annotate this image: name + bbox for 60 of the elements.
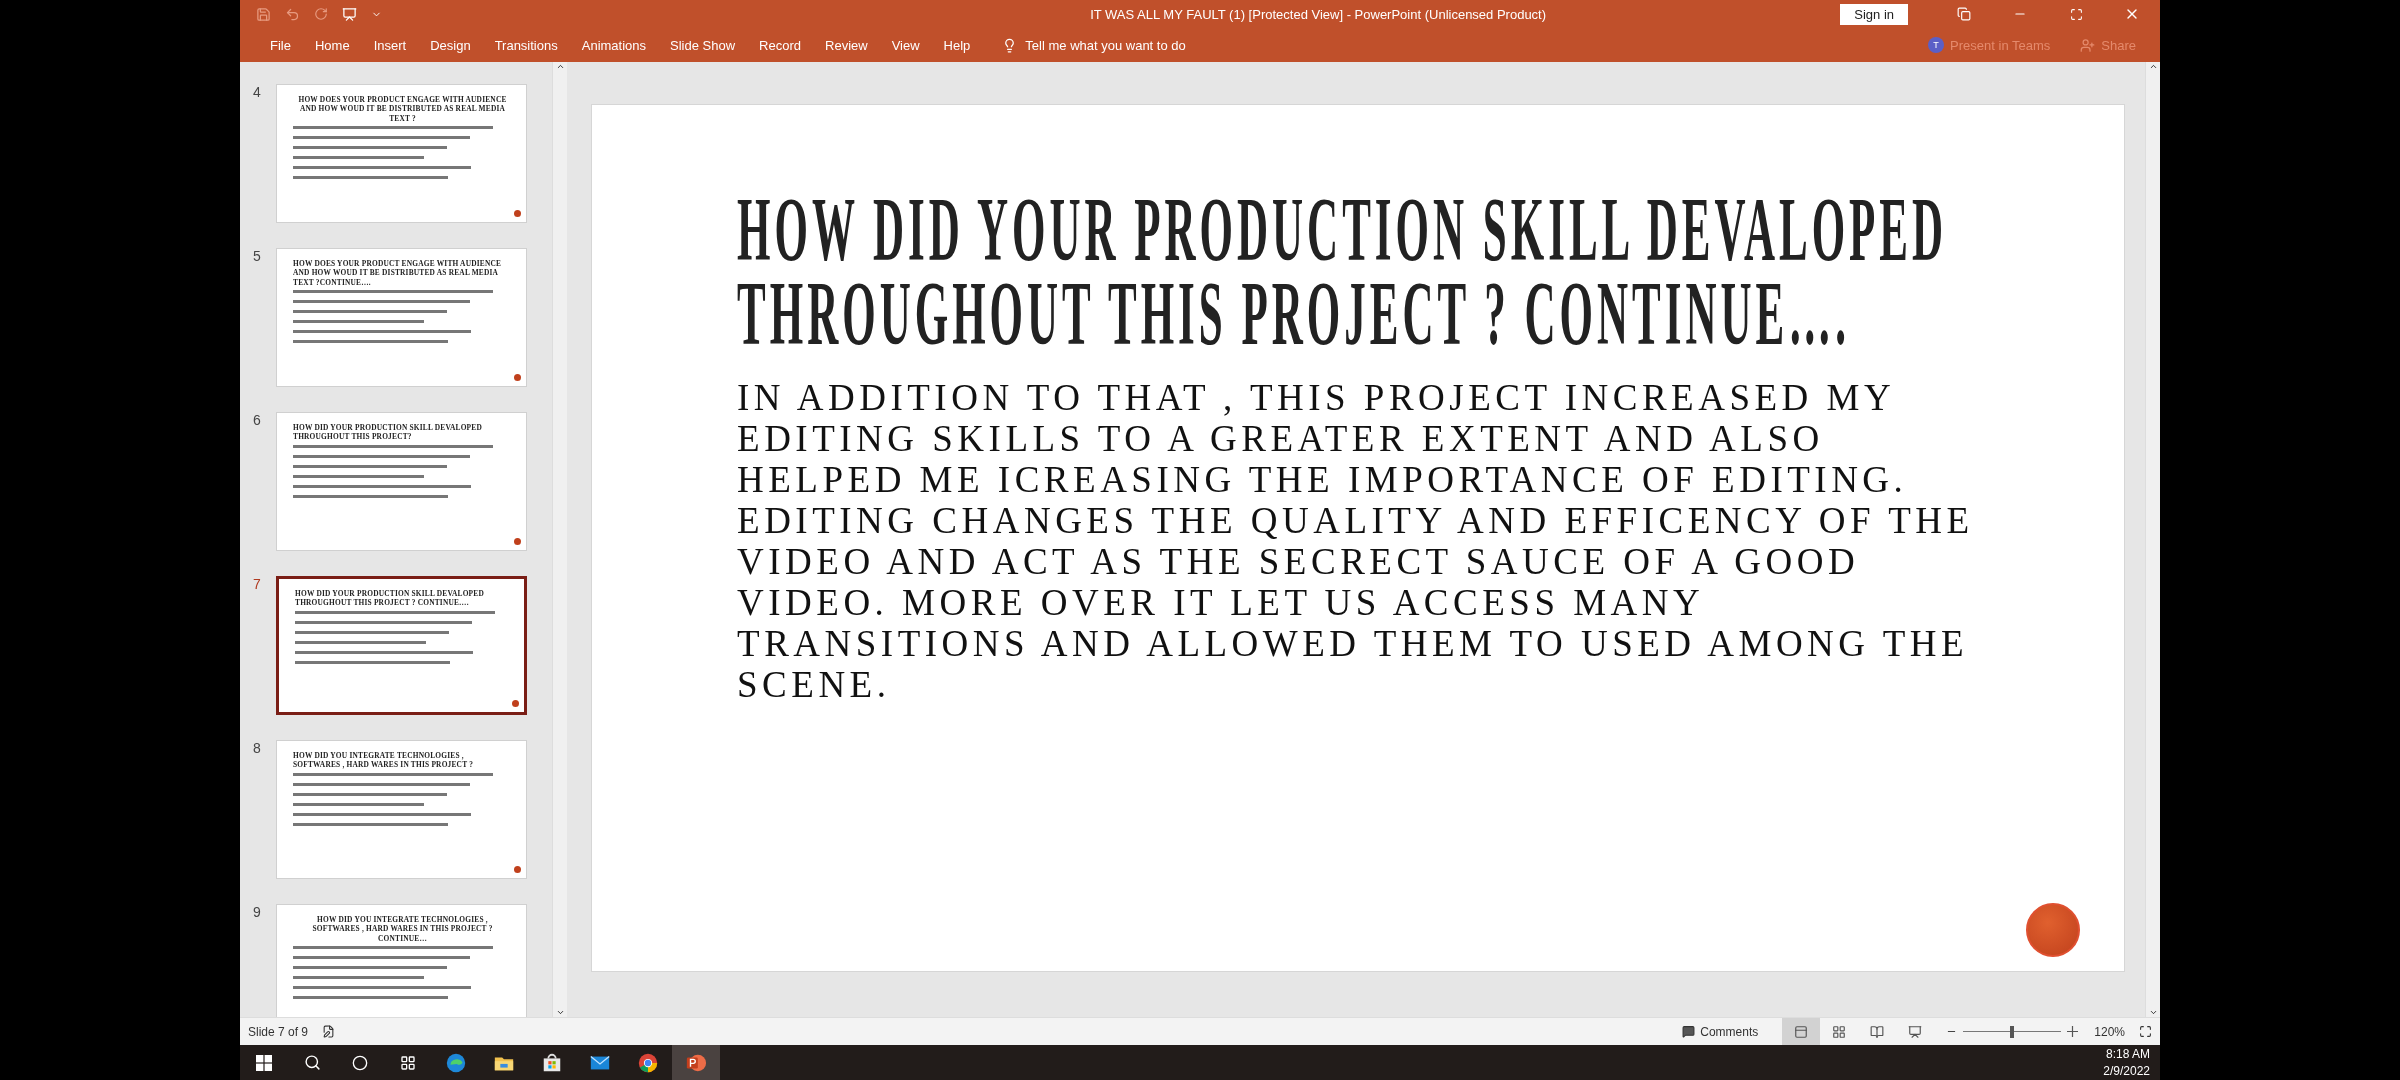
- presentation-icon[interactable]: [342, 6, 357, 22]
- scroll-down-icon[interactable]: [555, 1008, 565, 1017]
- slide-counter: Slide 7 of 9: [248, 1024, 309, 1039]
- book-icon: [1870, 1024, 1885, 1039]
- ribbon-tab[interactable]: Insert: [361, 30, 419, 60]
- clock-time[interactable]: 8:18 AM: [2105, 1045, 2150, 1063]
- notes-icon[interactable]: [322, 1025, 336, 1038]
- ribbon-tab[interactable]: Home: [302, 30, 362, 60]
- edge-icon: [445, 1051, 467, 1074]
- grid-icon: [1832, 1024, 1847, 1039]
- chrome-icon: [637, 1051, 659, 1074]
- ribbon-tab[interactable]: Review: [813, 30, 880, 60]
- scrollbar[interactable]: [552, 62, 568, 1017]
- sign-in-button[interactable]: Sign in: [1840, 3, 1908, 25]
- ribbon-tab[interactable]: Record: [747, 30, 813, 60]
- clock-date[interactable]: 2/9/2022: [2103, 1062, 2150, 1080]
- dot-icon: [512, 700, 520, 708]
- slide-number: 5: [252, 248, 262, 266]
- dot-icon: [514, 866, 522, 874]
- slide-body-text: IN ADDITION TO THAT , THIS PROJECT INCREASED MY EDITING SKILLS TO A GREATER EXTENT AND ALSO HELPED ME ICREASING THE IMPORTANCE OF EDITING. EDITING CHANGES THE QUALITY AND EFFICENCY OF THE VIDEO AND ACT AS THE SECRECT SAUCE OF A GOOD VIDEO. MORE OVER IT LET US ACCESS MANY TRANSITIONS AND ALLOWED THEM TO USED AMONG THE SCENE.: [737, 377, 1975, 705]
- ribbon-tab[interactable]: Help: [931, 30, 983, 60]
- window-title: IT WAS ALL MY FAULT (1) [Protected View] - PowerPoint (Unlicensed Product): [1089, 6, 1548, 22]
- task-view-icon: [400, 1054, 416, 1071]
- slide-number: 9: [252, 904, 262, 922]
- speech-bubble-icon: [1682, 1025, 1696, 1038]
- dot-icon: [2026, 903, 2081, 957]
- presentation-icon: [1908, 1024, 1923, 1039]
- dot-icon: [514, 210, 522, 218]
- zoom-slider-thumb[interactable]: [2010, 1025, 2015, 1038]
- windows-logo-icon: [256, 1054, 272, 1071]
- ribbon-tab[interactable]: View: [879, 30, 932, 60]
- ribbon-tab[interactable]: File: [258, 30, 303, 60]
- circle-icon: [352, 1054, 368, 1071]
- slide-number: 6: [252, 412, 262, 430]
- scrollbar[interactable]: [2145, 62, 2160, 1017]
- scroll-up-icon[interactable]: [555, 62, 565, 71]
- dot-icon: [514, 374, 522, 382]
- ribbon-tab[interactable]: Transitions: [482, 30, 570, 60]
- slide-title: HOW DID YOUR PRODUCTION SKILL DEVALOPED THROUGHOUT THIS PROJECT ? CONTINUE….: [737, 189, 1949, 357]
- window-stack-icon: [1957, 7, 1971, 21]
- search-icon: [303, 1054, 321, 1071]
- ribbon-tab[interactable]: Design: [418, 30, 483, 60]
- maximize-icon: [2069, 7, 2083, 21]
- slide-number: 4: [252, 84, 262, 102]
- tell-me-search[interactable]: Tell me what you want to do: [996, 36, 1192, 54]
- zoom-percent[interactable]: 120%: [2094, 1024, 2125, 1039]
- zoom-in-icon[interactable]: [2067, 1026, 2079, 1037]
- slide-number: 8: [252, 740, 262, 758]
- shopping-bag-icon: [541, 1051, 563, 1074]
- normal-view-icon: [1794, 1024, 1809, 1039]
- comments-button[interactable]: Comments: [1676, 1023, 1765, 1040]
- view-button[interactable]: [1782, 1018, 1821, 1045]
- add-person-icon: [2080, 37, 2096, 53]
- ribbon-tab[interactable]: Slide Show: [658, 30, 748, 60]
- scroll-up-icon[interactable]: [2148, 62, 2158, 71]
- slide-number: 7: [252, 576, 262, 594]
- dot-icon: [514, 538, 522, 546]
- ribbon-tab[interactable]: Animations: [569, 30, 659, 60]
- scroll-down-icon[interactable]: [2148, 1008, 2158, 1017]
- fit-to-window-icon[interactable]: [2139, 1025, 2152, 1038]
